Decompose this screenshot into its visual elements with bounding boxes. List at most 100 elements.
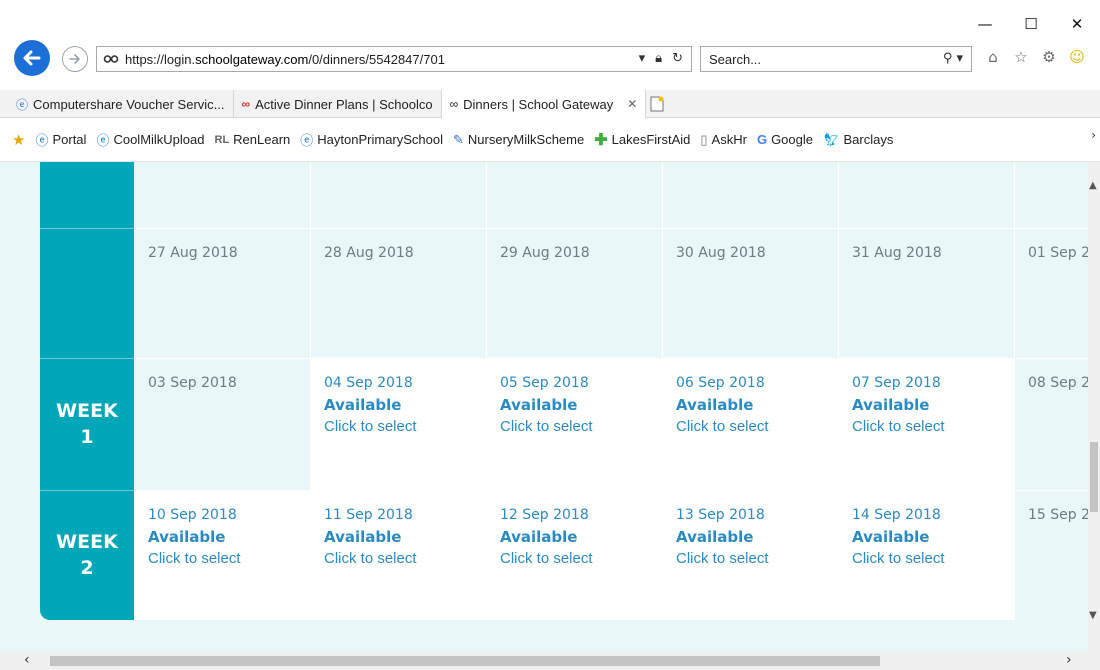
- search-input[interactable]: Search...: [709, 52, 761, 67]
- day-date: 12 Sep 2018: [500, 507, 589, 523]
- new-tab-button[interactable]: [646, 90, 668, 118]
- favorites-star-icon[interactable]: ☆: [1012, 48, 1030, 66]
- fav-nurserymilkscheme[interactable]: ✎ NurseryMilkScheme: [453, 132, 584, 148]
- click-to-select-link[interactable]: Click to select: [324, 416, 486, 438]
- calendar-day: [310, 162, 486, 228]
- calendar-day-available[interactable]: 12 Sep 2018 Available Click to select: [486, 490, 662, 620]
- close-button[interactable]: ✕: [1054, 14, 1100, 34]
- refresh-icon[interactable]: ↻: [672, 51, 683, 66]
- calendar-day-available[interactable]: 10 Sep 2018 Available Click to select: [134, 490, 310, 620]
- calendar-day-available[interactable]: 06 Sep 2018 Available Click to select: [662, 358, 838, 490]
- day-status: Available: [500, 396, 578, 414]
- forward-button[interactable]: [62, 46, 88, 72]
- day-date: 03 Sep 2018: [148, 375, 237, 391]
- calendar-day: [134, 162, 310, 228]
- maximize-button[interactable]: ☐: [1008, 14, 1054, 34]
- calendar-day-available[interactable]: 11 Sep 2018 Available Click to select: [310, 490, 486, 620]
- week-label: WEEK 1: [40, 398, 134, 450]
- search-icon[interactable]: ⚲ ▾: [943, 51, 963, 66]
- click-to-select-link[interactable]: Click to select: [148, 548, 310, 570]
- vertical-scroll-thumb[interactable]: [1090, 442, 1098, 512]
- click-to-select-link[interactable]: Click to select: [324, 548, 486, 570]
- calendar-day: 08 Sep 2: [1014, 358, 1088, 490]
- scroll-left-icon[interactable]: ‹: [24, 652, 30, 668]
- day-status: Available: [148, 528, 226, 546]
- home-icon[interactable]: ⌂: [984, 48, 1002, 66]
- address-bar[interactable]: https://login.schoolgateway.com/0/dinner…: [96, 46, 692, 72]
- favorites-overflow-icon[interactable]: ›: [1091, 128, 1096, 142]
- ie-icon: ⓔ: [300, 133, 314, 148]
- click-to-select-link[interactable]: Click to select: [500, 416, 662, 438]
- google-icon: G: [756, 132, 768, 147]
- calendar-day: 15 Sep 2: [1014, 490, 1088, 620]
- day-date: 30 Aug 2018: [676, 245, 766, 261]
- fav-renlearn[interactable]: RL RenLearn: [215, 132, 291, 147]
- forward-arrow-icon: [69, 54, 80, 64]
- day-date: 08 Sep 2: [1028, 375, 1088, 391]
- click-to-select-link[interactable]: Click to select: [500, 548, 662, 570]
- tab-computershare[interactable]: ⓔ Computershare Voucher Servic...: [8, 90, 234, 118]
- site-favicon-icon: [103, 55, 119, 63]
- page-content: WEEK 1 WEEK 2 27 Aug 2018 28 Aug 2018 29 Aug …: [0, 162, 1088, 652]
- tab-active-dinner-plans[interactable]: ∞ Active Dinner Plans | Schoolco: [234, 90, 442, 118]
- calendar-day: [486, 162, 662, 228]
- settings-gear-icon[interactable]: ⚙: [1040, 48, 1058, 66]
- fav-haytonprimaryschool[interactable]: ⓔ HaytonPrimarySchool: [300, 130, 443, 149]
- fav-lakesfirstaid[interactable]: ✚ LakesFirstAid: [594, 130, 690, 150]
- week-divider: [40, 358, 134, 359]
- fav-portal[interactable]: ⓔ Portal: [35, 130, 86, 149]
- fav-coolmilkupload[interactable]: ⓔ CoolMilkUpload: [96, 130, 204, 149]
- click-to-select-link[interactable]: Click to select: [676, 416, 838, 438]
- smiley-feedback-icon[interactable]: ☺: [1068, 48, 1086, 66]
- day-date: 14 Sep 2018: [852, 507, 941, 523]
- calendar-day: [1014, 162, 1088, 228]
- week-label-number: 2: [80, 557, 94, 579]
- calendar-day: 03 Sep 2018: [134, 358, 310, 490]
- fav-askhr[interactable]: ▯ AskHr: [700, 132, 747, 148]
- back-button[interactable]: [14, 40, 50, 76]
- calendar-day: [662, 162, 838, 228]
- calendar-day-available[interactable]: 13 Sep 2018 Available Click to select: [662, 490, 838, 620]
- dropdown-icon[interactable]: ▾: [639, 51, 646, 66]
- tab-dinners-school-gateway[interactable]: ∞ Dinners | School Gateway ✕: [441, 90, 647, 118]
- click-to-select-link[interactable]: Click to select: [676, 548, 838, 570]
- cross-icon: ✚: [594, 131, 608, 149]
- click-to-select-link[interactable]: Click to select: [852, 416, 1014, 438]
- tab-label: Dinners | School Gateway: [463, 96, 614, 112]
- calendar-day-available[interactable]: 14 Sep 2018 Available Click to select: [838, 490, 1014, 620]
- horizontal-scroll-thumb[interactable]: [50, 656, 880, 666]
- calendar-day-available[interactable]: 04 Sep 2018 Available Click to select: [310, 358, 486, 490]
- day-status: Available: [676, 396, 754, 414]
- calendar-day-available[interactable]: 07 Sep 2018 Available Click to select: [838, 358, 1014, 490]
- click-to-select-link[interactable]: Click to select: [852, 548, 1014, 570]
- day-date: 13 Sep 2018: [676, 507, 765, 523]
- ie-icon: ⓔ: [16, 97, 29, 112]
- tab-close-icon[interactable]: ✕: [627, 97, 637, 111]
- day-date: 27 Aug 2018: [148, 245, 238, 261]
- scroll-up-icon[interactable]: ▲: [1089, 180, 1097, 191]
- day-date: 29 Aug 2018: [500, 245, 590, 261]
- tab-strip: ⓔ Computershare Voucher Servic... ∞ Acti…: [0, 90, 1100, 118]
- calendar-day: 31 Aug 2018: [838, 228, 1014, 358]
- ie-icon: ⓔ: [96, 133, 110, 148]
- browser-title-bar: — ☐ ✕ https://login.schoolgateway.com/0/…: [0, 0, 1100, 90]
- minimize-button[interactable]: —: [962, 14, 1008, 34]
- day-date: 15 Sep 2: [1028, 507, 1088, 523]
- scroll-right-icon[interactable]: ›: [1066, 652, 1072, 668]
- calendar-day: [838, 162, 1014, 228]
- tab-label: Computershare Voucher Servic...: [33, 96, 225, 112]
- fav-barclays[interactable]: 🦅︎ Barclays: [823, 132, 893, 148]
- search-box[interactable]: Search... ⚲ ▾: [700, 46, 972, 72]
- week-label-text: WEEK: [56, 531, 118, 553]
- scroll-down-icon[interactable]: ▼: [1089, 610, 1097, 621]
- ie-icon: ⓔ: [35, 133, 49, 148]
- toolbar-icons: ⌂ ☆ ⚙ ☺: [984, 48, 1086, 66]
- add-favorites-icon[interactable]: ★: [12, 131, 25, 149]
- lock-icon[interactable]: 🔒︎: [655, 51, 662, 66]
- day-date: 31 Aug 2018: [852, 245, 942, 261]
- fav-google[interactable]: G Google: [757, 132, 813, 147]
- calendar-day-available[interactable]: 05 Sep 2018 Available Click to select: [486, 358, 662, 490]
- barclays-icon: 🦅︎: [822, 131, 840, 147]
- horizontal-scrollbar[interactable]: ‹ ›: [0, 652, 1100, 670]
- vertical-scrollbar[interactable]: ▲ ▼: [1088, 162, 1100, 652]
